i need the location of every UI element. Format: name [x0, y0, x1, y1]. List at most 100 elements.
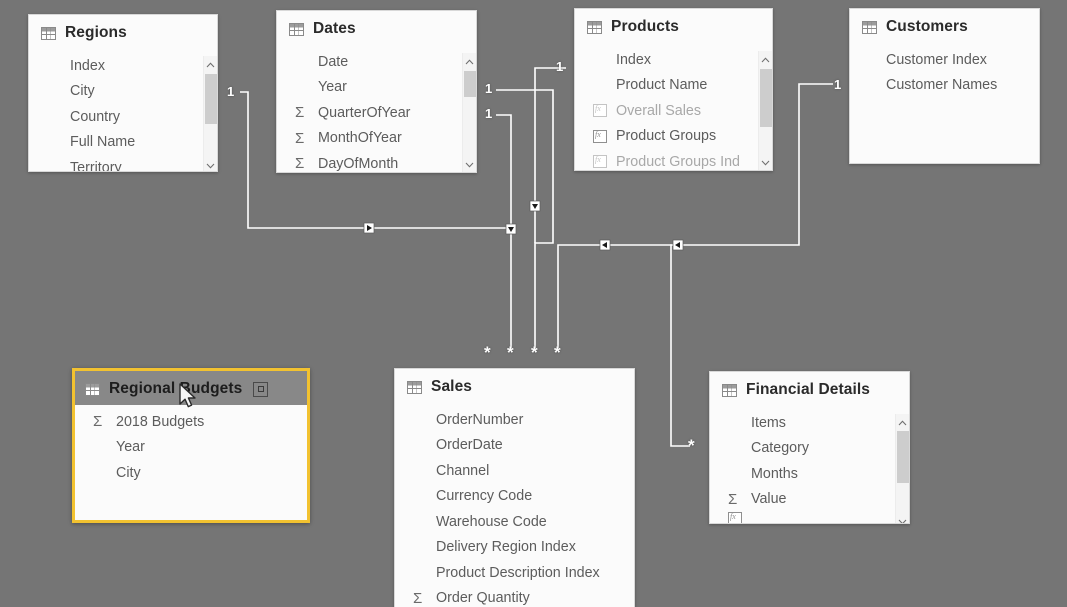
field-label: Full Name — [70, 134, 136, 151]
scrollbar-thumb[interactable] — [897, 431, 909, 483]
field-row[interactable]: City — [75, 460, 307, 486]
table-header-regions[interactable]: Regions — [29, 15, 217, 49]
scrollbar-vertical[interactable] — [895, 414, 909, 523]
scroll-up-icon[interactable] — [759, 53, 772, 66]
field-label: Territory — [70, 159, 122, 172]
table-card-dates[interactable]: Dates Date Year Σ QuarterOfYear Σ MonthOfY… — [276, 10, 477, 173]
table-title: Sales — [431, 378, 473, 395]
field-row[interactable]: Σ Order Quantity — [395, 586, 634, 607]
relationship-products2-sales — [557, 244, 678, 348]
field-row[interactable]: City — [29, 79, 217, 105]
field-row[interactable]: Territory — [29, 155, 217, 172]
field-row[interactable]: Σ QuarterOfYear — [277, 100, 476, 126]
field-row[interactable]: Σ DayOfMonth — [277, 151, 476, 173]
table-card-products[interactable]: Products Index Product Name Overall Sale… — [574, 8, 773, 171]
scroll-down-icon[interactable] — [759, 156, 772, 169]
field-row[interactable]: OrderDate — [395, 433, 634, 459]
field-row[interactable]: Year — [75, 435, 307, 461]
field-row[interactable]: Delivery Region Index — [395, 535, 634, 561]
field-label: Product Groups Ind — [616, 153, 740, 170]
field-label: Customer Index — [886, 51, 987, 68]
relationship-products-sales — [534, 67, 566, 243]
scroll-down-icon[interactable] — [896, 515, 909, 523]
table-body-financial-details: Items Category Months Σ Value — [710, 406, 909, 523]
scrollbar-vertical[interactable] — [203, 56, 217, 171]
field-row[interactable]: Category — [710, 436, 909, 462]
field-list: Customer Index Customer Names — [850, 43, 1039, 104]
field-row[interactable]: Customer Index — [850, 47, 1039, 73]
field-row[interactable]: Index — [29, 53, 217, 79]
scrollbar-vertical[interactable] — [462, 53, 476, 172]
table-header-customers[interactable]: Customers — [850, 9, 1039, 43]
table-body-customers: Customer Index Customer Names — [850, 43, 1039, 104]
table-card-financial-details[interactable]: Financial Details Items Category Months … — [709, 371, 910, 524]
field-row[interactable]: Index — [575, 47, 772, 73]
field-list: Index City Country Full Name Territory — [29, 49, 217, 172]
cardinality-one-customers: 1 — [834, 77, 842, 92]
field-label: Year — [318, 79, 347, 96]
scroll-down-icon[interactable] — [204, 159, 217, 171]
field-row-partial[interactable] — [710, 512, 909, 523]
scroll-up-icon[interactable] — [204, 58, 217, 71]
scroll-up-icon[interactable] — [896, 416, 909, 429]
table-body-dates: Date Year Σ QuarterOfYear Σ MonthOfYear ΣD… — [277, 45, 476, 173]
scrollbar-thumb[interactable] — [760, 69, 772, 127]
table-header-financial-details[interactable]: Financial Details — [710, 372, 909, 406]
field-label: Product Name — [616, 77, 708, 94]
relationship-dates-sales — [496, 89, 554, 348]
cardinality-one-regions: 1 — [227, 84, 235, 99]
field-label: Channel — [436, 462, 490, 479]
table-header-regional-budgets[interactable]: Regional Budgets — [75, 371, 307, 405]
table-icon — [407, 380, 422, 394]
field-row[interactable]: Customer Names — [850, 73, 1039, 99]
table-header-products[interactable]: Products — [575, 9, 772, 43]
field-row[interactable]: Product Groups Ind — [575, 149, 772, 170]
sigma-icon: Σ — [413, 589, 423, 607]
field-row[interactable]: Product Description Index — [395, 560, 634, 586]
table-card-regions[interactable]: Regions Index City Country Full Name Ter… — [28, 14, 218, 172]
table-card-customers[interactable]: Customers Customer Index Customer Names — [849, 8, 1040, 164]
field-row[interactable]: Full Name — [29, 130, 217, 156]
field-row[interactable]: Product Name — [575, 73, 772, 99]
field-label: Index — [616, 51, 651, 68]
sigma-icon: Σ — [295, 155, 305, 173]
field-row[interactable]: Currency Code — [395, 484, 634, 510]
field-row[interactable]: Σ 2018 Budgets — [75, 409, 307, 435]
field-label: Customer Names — [886, 77, 998, 94]
field-row[interactable]: Σ Value — [710, 487, 909, 513]
expand-icon[interactable] — [253, 381, 269, 397]
field-row[interactable]: OrderNumber — [395, 407, 634, 433]
field-row[interactable]: Σ MonthOfYear — [277, 126, 476, 152]
scroll-down-icon[interactable] — [463, 158, 476, 171]
field-label: OrderNumber — [436, 411, 524, 428]
field-row[interactable]: Items — [710, 410, 909, 436]
scrollbar-vertical[interactable] — [758, 51, 772, 170]
scroll-up-icon[interactable] — [463, 55, 476, 68]
field-row[interactable]: Country — [29, 104, 217, 130]
table-body-regional-budgets: Σ 2018 Budgets Year City — [75, 405, 307, 492]
field-row[interactable]: Date — [277, 49, 476, 75]
scrollbar-thumb[interactable] — [464, 71, 476, 97]
table-card-regional-budgets[interactable]: Regional Budgets Σ 2018 Budgets Year City — [72, 368, 310, 523]
field-label: 2018 Budgets — [116, 413, 205, 430]
field-row[interactable]: Warehouse Code — [395, 509, 634, 535]
table-card-sales[interactable]: Sales OrderNumber OrderDate Channel Curr… — [394, 368, 635, 607]
field-row[interactable]: Channel — [395, 458, 634, 484]
table-title: Financial Details — [746, 381, 871, 398]
scrollbar-thumb[interactable] — [205, 74, 217, 124]
field-row[interactable]: Year — [277, 75, 476, 101]
table-header-dates[interactable]: Dates — [277, 11, 476, 45]
field-row[interactable]: Overall Sales — [575, 98, 772, 124]
field-label: Product Groups — [616, 128, 717, 145]
table-header-sales[interactable]: Sales — [395, 369, 634, 403]
model-view-canvas[interactable]: 1 1 1 1 1 * * * * * Regions Index City C… — [0, 0, 1067, 607]
table-body-regions: Index City Country Full Name Territory — [29, 49, 217, 172]
cardinality-many-sales-1: * — [484, 343, 491, 362]
field-row[interactable]: Product Groups — [575, 124, 772, 150]
field-row[interactable]: Months — [710, 461, 909, 487]
sigma-icon: Σ — [295, 129, 305, 147]
field-label: Overall Sales — [616, 102, 702, 119]
field-label: Order Quantity — [436, 590, 530, 607]
calculated-column-icon — [728, 512, 747, 523]
field-list: OrderNumber OrderDate Channel Currency C… — [395, 403, 634, 607]
